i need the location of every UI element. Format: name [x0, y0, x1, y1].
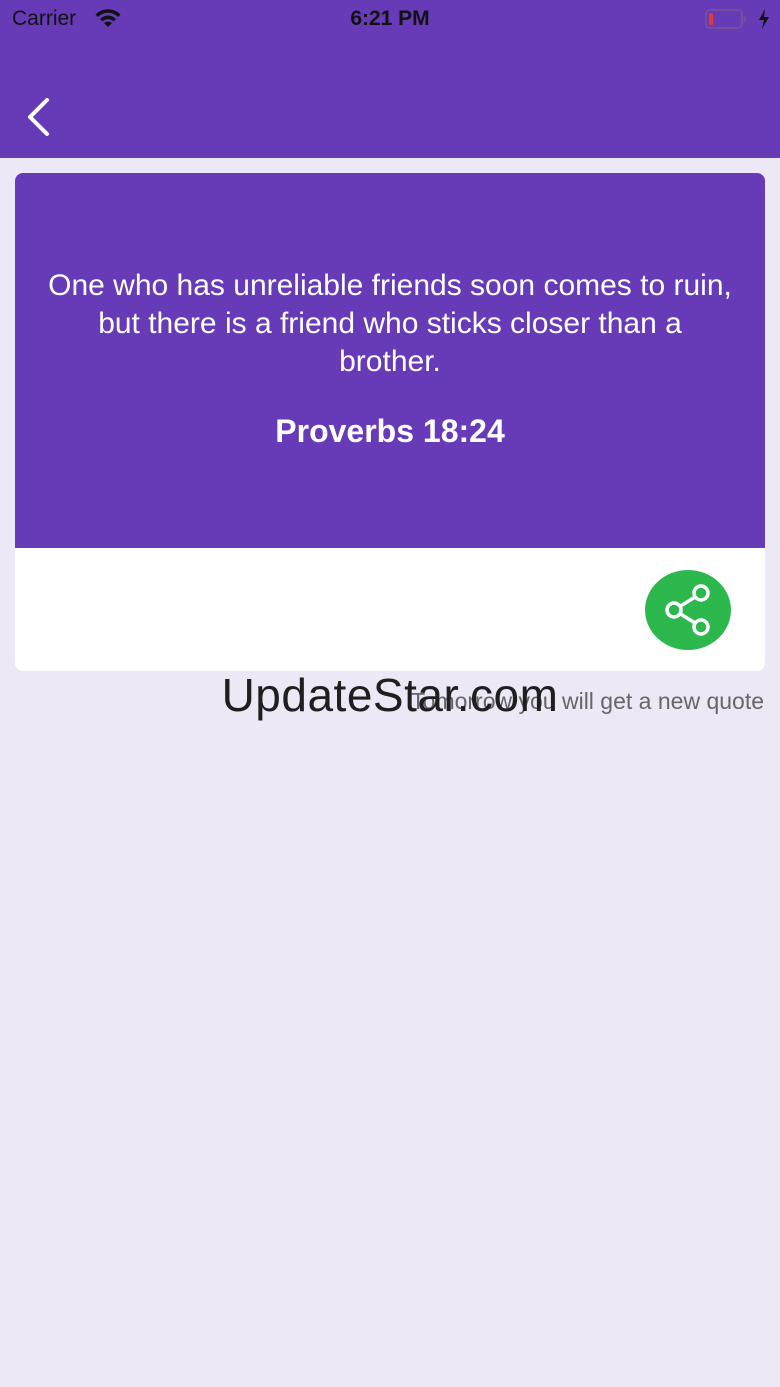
share-button[interactable]: [645, 570, 731, 650]
share-icon: [665, 584, 710, 636]
status-bar: Carrier 6:21 PM: [0, 0, 780, 40]
quote-reference: Proverbs 18:24: [275, 413, 505, 449]
battery-icon: [705, 9, 746, 29]
back-button[interactable]: [20, 92, 60, 142]
quote-text: One who has unreliable friends soon come…: [48, 269, 732, 378]
chevron-left-icon: [28, 98, 49, 136]
watermark-text: UpdateStar.com: [221, 669, 559, 721]
quote-panel: One who has unreliable friends soon come…: [15, 173, 765, 548]
status-time: 6:21 PM: [350, 7, 430, 30]
app-header: Carrier 6:21 PM: [0, 0, 780, 158]
charging-icon: [759, 9, 769, 29]
quote-card: One who has unreliable friends soon come…: [15, 173, 765, 671]
